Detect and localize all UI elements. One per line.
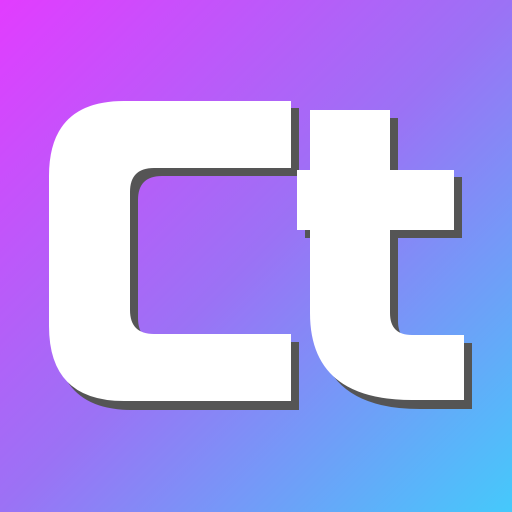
logo-glyphs	[49, 101, 464, 401]
letter-t	[297, 110, 464, 400]
letter-c	[49, 101, 291, 401]
ct-logo	[49, 101, 472, 410]
app-icon	[0, 0, 512, 512]
